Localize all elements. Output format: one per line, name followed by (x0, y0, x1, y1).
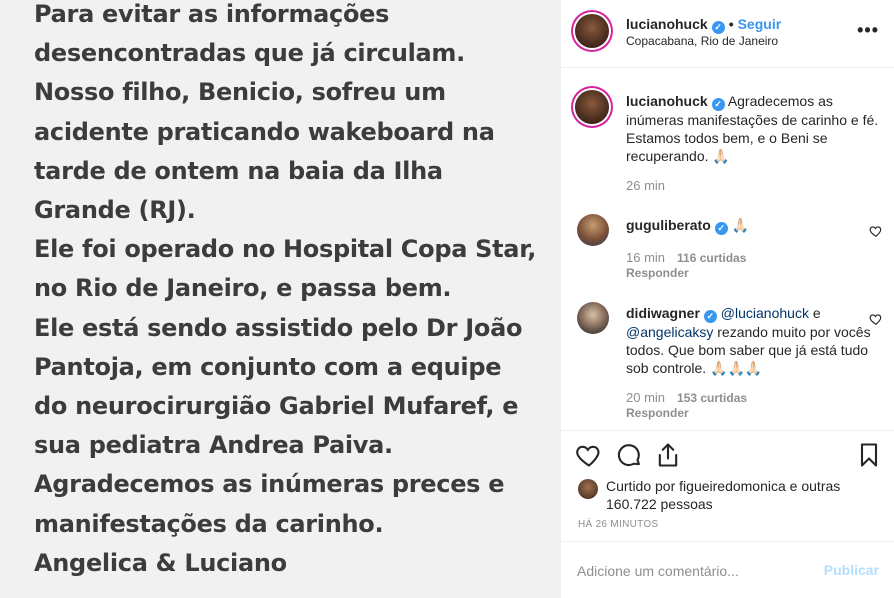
caption-avatar[interactable] (575, 90, 609, 124)
post-timestamp[interactable]: HÁ 26 MINUTOS (578, 519, 658, 530)
liked-by-avatar[interactable] (578, 479, 598, 499)
caption-body: lucianohuck ✓ Agradecemos as inúmeras man… (626, 92, 881, 165)
commenter-username[interactable]: guguliberato (626, 217, 711, 233)
author-avatar[interactable] (575, 14, 609, 48)
verified-badge-icon: ✓ (711, 21, 725, 34)
post-text-line: no Rio de Janeiro, e passa bem. (34, 274, 452, 303)
post-text-line: do neurocirurgião Gabriel Mufaref, e (34, 392, 519, 421)
post-text-line: Ele foi operado no Hospital Copa Star, (34, 235, 537, 264)
author-username[interactable]: lucianohuck (626, 16, 708, 32)
post-text-line: sua pediatra Andrea Paiva. (34, 431, 393, 460)
mention-link[interactable]: @lucianohuck (721, 305, 809, 321)
comment-meta: 20 min 153 curtidas (626, 390, 747, 405)
post-text-line: Ele está sendo assistido pelo Dr João (34, 313, 523, 342)
post-text-line: acidente praticando wakeboard na (34, 117, 495, 146)
post-text-line: Angelica & Luciano (34, 548, 287, 577)
comment-time[interactable]: 20 min (626, 390, 665, 405)
liked-by-text: Curtido por figueiredomonica e outras 16… (606, 477, 846, 513)
verified-badge-icon: ✓ (711, 98, 725, 111)
post-text-line: desencontradas que já circulam. (34, 39, 465, 68)
post-text-line: Pantoja, em conjunto com a equipe (34, 352, 502, 381)
comment-time[interactable]: 16 min (626, 250, 665, 265)
comment-text: 🙏🏻 (731, 217, 750, 233)
comment-likes[interactable]: 116 curtidas (677, 251, 746, 265)
follow-button[interactable]: Seguir (738, 16, 782, 32)
comment-body: guguliberato ✓ 🙏🏻 (626, 216, 871, 235)
verified-badge-icon: ✓ (703, 310, 717, 323)
caption-username[interactable]: lucianohuck (626, 93, 708, 109)
liked-by-middle: e (785, 478, 802, 494)
like-heart-icon[interactable] (575, 441, 603, 469)
reply-button[interactable]: Responder (626, 406, 689, 420)
comment-likes[interactable]: 153 curtidas (677, 391, 747, 405)
publish-button[interactable]: Publicar (824, 562, 879, 578)
share-icon[interactable] (654, 441, 682, 469)
add-comment-bar: Publicar (561, 541, 894, 598)
commenter-username[interactable]: didiwagner (626, 305, 700, 321)
more-options-icon[interactable]: ••• (857, 20, 879, 41)
mention-link[interactable]: @angelicaksy (626, 324, 713, 340)
heart-icon[interactable] (869, 312, 883, 326)
comment-input[interactable] (577, 560, 807, 582)
post-image-text: Para evitar as informações desencontrada… (34, 0, 554, 583)
comment-text-mid: e (808, 305, 821, 321)
post-text-line: Grande (RJ). (34, 196, 196, 225)
commenter-avatar[interactable] (577, 302, 609, 334)
commenter-avatar[interactable] (577, 214, 609, 246)
post-side-panel: lucianohuck ✓ • Seguir Copacabana, Rio de J… (560, 0, 894, 598)
post-header: lucianohuck ✓ • Seguir Copacabana, Rio de J… (561, 0, 894, 68)
caption-time[interactable]: 26 min (626, 178, 665, 193)
post-text-line: Nosso filho, Benicio, sofreu um (34, 78, 446, 107)
liked-by-user[interactable]: figueiredomonica (679, 478, 786, 494)
verified-badge-icon: ✓ (714, 222, 728, 235)
reply-button[interactable]: Responder (626, 266, 689, 280)
author-line: lucianohuck ✓ • Seguir (626, 16, 781, 34)
bookmark-icon[interactable] (855, 441, 883, 469)
post-text-line: manifestações da carinho. (34, 509, 384, 538)
post-text-line: tarde de ontem na baia da Ilha (34, 156, 443, 185)
liked-by-prefix: Curtido por (606, 478, 680, 494)
post-location[interactable]: Copacabana, Rio de Janeiro (626, 34, 778, 48)
post-text-line: Agradecemos as inúmeras preces e (34, 470, 505, 499)
separator-dot: • (728, 16, 734, 32)
comment-bubble-icon[interactable] (615, 441, 643, 469)
post-text-line: Para evitar as informações (34, 0, 390, 28)
post-actions: Curtido por figueiredomonica e outras 16… (561, 430, 894, 598)
post-image[interactable]: Para evitar as informações desencontrada… (0, 0, 560, 598)
comment-body: didiwagner ✓ @lucianohuck e @angelicaksy … (626, 304, 871, 377)
comment-meta: 16 min 116 curtidas (626, 250, 746, 265)
heart-icon[interactable] (869, 224, 883, 238)
